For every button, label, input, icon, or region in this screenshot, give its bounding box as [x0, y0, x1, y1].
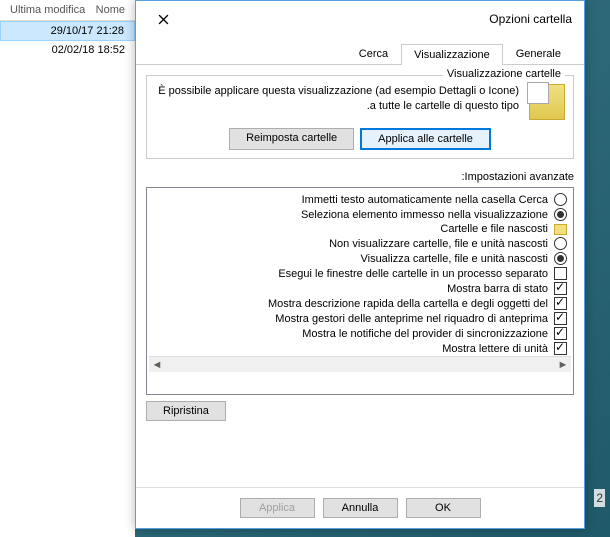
tree-item-label: Visualizza cartelle, file e unità nascos… [360, 253, 548, 265]
tree-item[interactable]: Non visualizzare cartelle, file e unità … [149, 236, 571, 251]
explorer-columns: Nome Ultima modifica [0, 0, 135, 21]
tree-item-label: Mostra barra di stato [447, 283, 548, 295]
reset-folders-button[interactable]: Reimposta cartelle [229, 128, 354, 150]
tree-item[interactable]: Mostra gestori delle anteprime nel riqua… [149, 311, 571, 326]
dialog-titlebar: Opzioni cartella [136, 1, 584, 37]
checkbox-icon[interactable] [554, 282, 567, 295]
radio-icon[interactable] [554, 237, 567, 250]
tab-search[interactable]: Cerca [346, 43, 401, 64]
dialog-body: Visualizzazione cartelle È possibile app… [136, 65, 584, 487]
group-title: Visualizzazione cartelle [443, 68, 565, 80]
tree-item-label: Mostra lettere di unità [442, 343, 548, 355]
apply-to-folders-button[interactable]: Applica alle cartelle [360, 128, 491, 150]
folder-views-group: Visualizzazione cartelle È possibile app… [146, 75, 574, 159]
checkbox-icon[interactable] [554, 312, 567, 325]
tree-item-label: Seleziona elemento immesso nella visuali… [301, 209, 548, 221]
tree-item[interactable]: Esegui le finestre delle cartelle in un … [149, 266, 571, 281]
explorer-background: Nome Ultima modifica 29/10/17 21:28 02/0… [0, 0, 135, 537]
file-date: 29/10/17 21:28 [51, 25, 124, 37]
tree-item[interactable]: Immetti testo automaticamente nella case… [149, 192, 571, 207]
ok-button[interactable]: OK [406, 498, 481, 518]
column-modified[interactable]: Ultima modifica [10, 4, 85, 16]
checkbox-icon[interactable] [554, 297, 567, 310]
radio-icon[interactable] [554, 193, 567, 206]
tree-item-label: Mostra le notifiche del provider di sinc… [302, 328, 548, 340]
column-name[interactable]: Nome [85, 4, 125, 16]
tree-item-label: Mostra gestori delle anteprime nel riqua… [275, 313, 548, 325]
close-button[interactable] [148, 9, 178, 29]
checkbox-icon[interactable] [554, 267, 567, 280]
tree-item-label: Mostra descrizione rapida della cartella… [268, 298, 548, 310]
radio-icon[interactable] [554, 208, 567, 221]
tab-view[interactable]: Visualizzazione [401, 44, 503, 65]
close-icon [158, 14, 169, 25]
tree-item[interactable]: Mostra barra di stato [149, 281, 571, 296]
tree-item-label: Immetti testo automaticamente nella case… [302, 194, 548, 206]
tree-item-label: Esegui le finestre delle cartelle in un … [278, 268, 548, 280]
tree-item[interactable]: Cartelle e file nascosti [149, 222, 571, 236]
tab-general[interactable]: Generale [503, 43, 574, 64]
dialog-tabs: Generale Visualizzazione Cerca [136, 43, 584, 65]
apply-button[interactable]: Applica [240, 498, 315, 518]
tree-item[interactable]: Seleziona elemento immesso nella visuali… [149, 207, 571, 222]
tree-item[interactable]: Mostra lettere di unità [149, 341, 571, 356]
checkbox-icon[interactable] [554, 342, 567, 355]
tree-item[interactable]: Mostra descrizione rapida della cartella… [149, 296, 571, 311]
advanced-settings-label: Impostazioni avanzate: [146, 171, 574, 183]
file-row[interactable]: 02/02/18 18:52 [0, 41, 135, 59]
radio-icon[interactable] [554, 252, 567, 265]
file-date: 02/02/18 18:52 [52, 44, 125, 56]
tree-item[interactable]: Visualizza cartelle, file e unità nascos… [149, 251, 571, 266]
advanced-settings-tree[interactable]: Immetti testo automaticamente nella case… [146, 187, 574, 395]
checkbox-icon[interactable] [554, 327, 567, 340]
count-badge: 2 [594, 489, 605, 507]
folder-icon [554, 224, 567, 235]
folder-icon [529, 84, 565, 120]
folder-views-description: È possibile applicare questa visualizzaz… [155, 84, 519, 115]
tree-item[interactable]: Mostra le notifiche del provider di sinc… [149, 326, 571, 341]
dialog-footer: OK Annulla Applica [136, 487, 584, 528]
tree-item-label: Non visualizzare cartelle, file e unità … [329, 238, 548, 250]
scroll-left-icon[interactable]: ◄ [151, 359, 163, 371]
dialog-title: Opzioni cartella [489, 12, 572, 26]
tree-item-label: Cartelle e file nascosti [440, 223, 548, 235]
restore-defaults-button[interactable]: Ripristina [146, 401, 226, 421]
file-row[interactable]: 29/10/17 21:28 [0, 21, 135, 41]
cancel-button[interactable]: Annulla [323, 498, 398, 518]
horizontal-scrollbar[interactable]: ◄ ► [149, 356, 571, 372]
folder-options-dialog: Opzioni cartella Generale Visualizzazion… [135, 0, 585, 529]
scroll-right-icon[interactable]: ► [557, 359, 569, 371]
